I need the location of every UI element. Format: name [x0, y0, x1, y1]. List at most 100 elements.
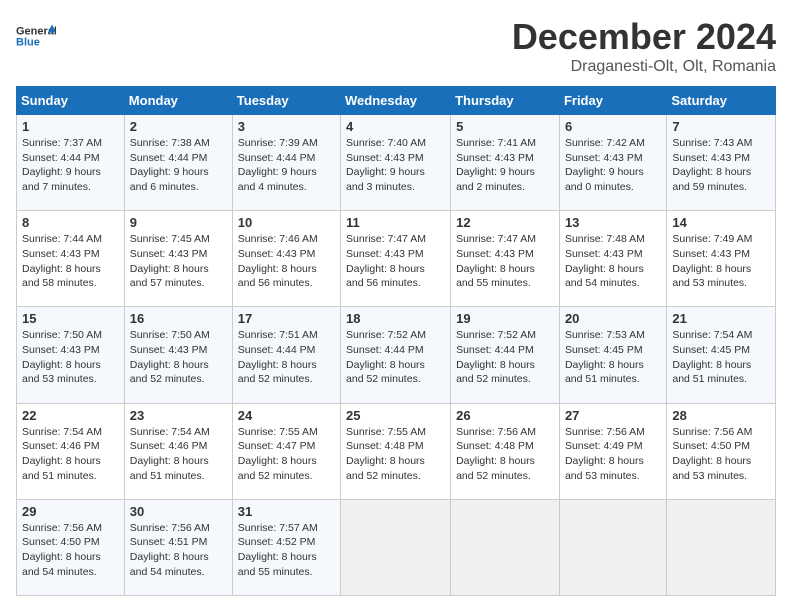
logo-svg: General Blue — [16, 16, 56, 56]
month-title: December 2024 — [512, 16, 776, 58]
calendar-cell: 11 Sunrise: 7:47 AMSunset: 4:43 PMDaylig… — [341, 211, 451, 307]
svg-text:Blue: Blue — [16, 37, 40, 49]
calendar-cell: 5 Sunrise: 7:41 AMSunset: 4:43 PMDayligh… — [451, 115, 560, 211]
day-info: Sunrise: 7:51 AMSunset: 4:44 PMDaylight:… — [238, 329, 318, 385]
day-number: 9 — [130, 215, 227, 230]
day-number: 2 — [130, 119, 227, 134]
day-info: Sunrise: 7:54 AMSunset: 4:46 PMDaylight:… — [130, 426, 210, 482]
calendar-cell: 31 Sunrise: 7:57 AMSunset: 4:52 PMDaylig… — [232, 499, 340, 595]
calendar-cell: 4 Sunrise: 7:40 AMSunset: 4:43 PMDayligh… — [341, 115, 451, 211]
calendar-cell: 10 Sunrise: 7:46 AMSunset: 4:43 PMDaylig… — [232, 211, 340, 307]
day-number: 25 — [346, 408, 445, 423]
day-info: Sunrise: 7:52 AMSunset: 4:44 PMDaylight:… — [346, 329, 426, 385]
day-number: 27 — [565, 408, 661, 423]
day-info: Sunrise: 7:50 AMSunset: 4:43 PMDaylight:… — [22, 329, 102, 385]
calendar-cell: 18 Sunrise: 7:52 AMSunset: 4:44 PMDaylig… — [341, 307, 451, 403]
calendar-cell: 6 Sunrise: 7:42 AMSunset: 4:43 PMDayligh… — [559, 115, 666, 211]
weekday-header-saturday: Saturday — [667, 87, 776, 115]
day-info: Sunrise: 7:47 AMSunset: 4:43 PMDaylight:… — [456, 233, 536, 289]
day-number: 8 — [22, 215, 119, 230]
weekday-header-friday: Friday — [559, 87, 666, 115]
day-number: 16 — [130, 311, 227, 326]
weekday-header-monday: Monday — [124, 87, 232, 115]
calendar-header: SundayMondayTuesdayWednesdayThursdayFrid… — [17, 87, 776, 115]
day-info: Sunrise: 7:56 AMSunset: 4:48 PMDaylight:… — [456, 426, 536, 482]
calendar-cell — [451, 499, 560, 595]
weekday-header-tuesday: Tuesday — [232, 87, 340, 115]
logo: General Blue — [16, 16, 56, 56]
day-info: Sunrise: 7:56 AMSunset: 4:50 PMDaylight:… — [22, 522, 102, 578]
day-info: Sunrise: 7:43 AMSunset: 4:43 PMDaylight:… — [672, 137, 752, 193]
day-info: Sunrise: 7:50 AMSunset: 4:43 PMDaylight:… — [130, 329, 210, 385]
day-info: Sunrise: 7:49 AMSunset: 4:43 PMDaylight:… — [672, 233, 752, 289]
day-number: 20 — [565, 311, 661, 326]
day-number: 31 — [238, 504, 335, 519]
day-info: Sunrise: 7:46 AMSunset: 4:43 PMDaylight:… — [238, 233, 318, 289]
calendar-cell — [559, 499, 666, 595]
day-info: Sunrise: 7:44 AMSunset: 4:43 PMDaylight:… — [22, 233, 102, 289]
day-info: Sunrise: 7:52 AMSunset: 4:44 PMDaylight:… — [456, 329, 536, 385]
calendar-cell: 21 Sunrise: 7:54 AMSunset: 4:45 PMDaylig… — [667, 307, 776, 403]
day-number: 12 — [456, 215, 554, 230]
calendar-cell — [341, 499, 451, 595]
day-info: Sunrise: 7:38 AMSunset: 4:44 PMDaylight:… — [130, 137, 210, 193]
day-number: 29 — [22, 504, 119, 519]
day-number: 14 — [672, 215, 770, 230]
day-number: 17 — [238, 311, 335, 326]
calendar-cell: 9 Sunrise: 7:45 AMSunset: 4:43 PMDayligh… — [124, 211, 232, 307]
week-row-2: 8 Sunrise: 7:44 AMSunset: 4:43 PMDayligh… — [17, 211, 776, 307]
weekday-header-thursday: Thursday — [451, 87, 560, 115]
day-info: Sunrise: 7:45 AMSunset: 4:43 PMDaylight:… — [130, 233, 210, 289]
day-number: 22 — [22, 408, 119, 423]
page: General Blue December 2024 Draganesti-Ol… — [0, 0, 792, 612]
day-number: 15 — [22, 311, 119, 326]
day-number: 13 — [565, 215, 661, 230]
week-row-3: 15 Sunrise: 7:50 AMSunset: 4:43 PMDaylig… — [17, 307, 776, 403]
calendar-cell: 27 Sunrise: 7:56 AMSunset: 4:49 PMDaylig… — [559, 403, 666, 499]
calendar-cell: 15 Sunrise: 7:50 AMSunset: 4:43 PMDaylig… — [17, 307, 125, 403]
week-row-1: 1 Sunrise: 7:37 AMSunset: 4:44 PMDayligh… — [17, 115, 776, 211]
day-number: 26 — [456, 408, 554, 423]
day-info: Sunrise: 7:40 AMSunset: 4:43 PMDaylight:… — [346, 137, 426, 193]
day-info: Sunrise: 7:54 AMSunset: 4:45 PMDaylight:… — [672, 329, 752, 385]
calendar-cell: 3 Sunrise: 7:39 AMSunset: 4:44 PMDayligh… — [232, 115, 340, 211]
day-number: 5 — [456, 119, 554, 134]
day-info: Sunrise: 7:53 AMSunset: 4:45 PMDaylight:… — [565, 329, 645, 385]
week-row-5: 29 Sunrise: 7:56 AMSunset: 4:50 PMDaylig… — [17, 499, 776, 595]
header: General Blue December 2024 Draganesti-Ol… — [16, 16, 776, 76]
calendar-cell: 22 Sunrise: 7:54 AMSunset: 4:46 PMDaylig… — [17, 403, 125, 499]
calendar-table: SundayMondayTuesdayWednesdayThursdayFrid… — [16, 86, 776, 596]
day-number: 11 — [346, 215, 445, 230]
day-number: 28 — [672, 408, 770, 423]
title-block: December 2024 Draganesti-Olt, Olt, Roman… — [512, 16, 776, 76]
calendar-cell: 23 Sunrise: 7:54 AMSunset: 4:46 PMDaylig… — [124, 403, 232, 499]
weekday-header-sunday: Sunday — [17, 87, 125, 115]
day-number: 23 — [130, 408, 227, 423]
weekday-header-wednesday: Wednesday — [341, 87, 451, 115]
day-info: Sunrise: 7:41 AMSunset: 4:43 PMDaylight:… — [456, 137, 536, 193]
calendar-cell: 28 Sunrise: 7:56 AMSunset: 4:50 PMDaylig… — [667, 403, 776, 499]
day-info: Sunrise: 7:39 AMSunset: 4:44 PMDaylight:… — [238, 137, 318, 193]
calendar-cell: 8 Sunrise: 7:44 AMSunset: 4:43 PMDayligh… — [17, 211, 125, 307]
calendar-body: 1 Sunrise: 7:37 AMSunset: 4:44 PMDayligh… — [17, 115, 776, 596]
calendar-cell: 1 Sunrise: 7:37 AMSunset: 4:44 PMDayligh… — [17, 115, 125, 211]
calendar-cell: 17 Sunrise: 7:51 AMSunset: 4:44 PMDaylig… — [232, 307, 340, 403]
day-number: 4 — [346, 119, 445, 134]
calendar-cell: 16 Sunrise: 7:50 AMSunset: 4:43 PMDaylig… — [124, 307, 232, 403]
calendar-cell: 12 Sunrise: 7:47 AMSunset: 4:43 PMDaylig… — [451, 211, 560, 307]
day-number: 6 — [565, 119, 661, 134]
calendar-cell: 7 Sunrise: 7:43 AMSunset: 4:43 PMDayligh… — [667, 115, 776, 211]
day-info: Sunrise: 7:55 AMSunset: 4:48 PMDaylight:… — [346, 426, 426, 482]
day-info: Sunrise: 7:54 AMSunset: 4:46 PMDaylight:… — [22, 426, 102, 482]
day-number: 30 — [130, 504, 227, 519]
week-row-4: 22 Sunrise: 7:54 AMSunset: 4:46 PMDaylig… — [17, 403, 776, 499]
calendar-cell: 20 Sunrise: 7:53 AMSunset: 4:45 PMDaylig… — [559, 307, 666, 403]
day-info: Sunrise: 7:47 AMSunset: 4:43 PMDaylight:… — [346, 233, 426, 289]
day-number: 19 — [456, 311, 554, 326]
day-info: Sunrise: 7:57 AMSunset: 4:52 PMDaylight:… — [238, 522, 318, 578]
day-number: 10 — [238, 215, 335, 230]
calendar-cell: 24 Sunrise: 7:55 AMSunset: 4:47 PMDaylig… — [232, 403, 340, 499]
day-info: Sunrise: 7:55 AMSunset: 4:47 PMDaylight:… — [238, 426, 318, 482]
calendar-cell — [667, 499, 776, 595]
calendar-cell: 29 Sunrise: 7:56 AMSunset: 4:50 PMDaylig… — [17, 499, 125, 595]
